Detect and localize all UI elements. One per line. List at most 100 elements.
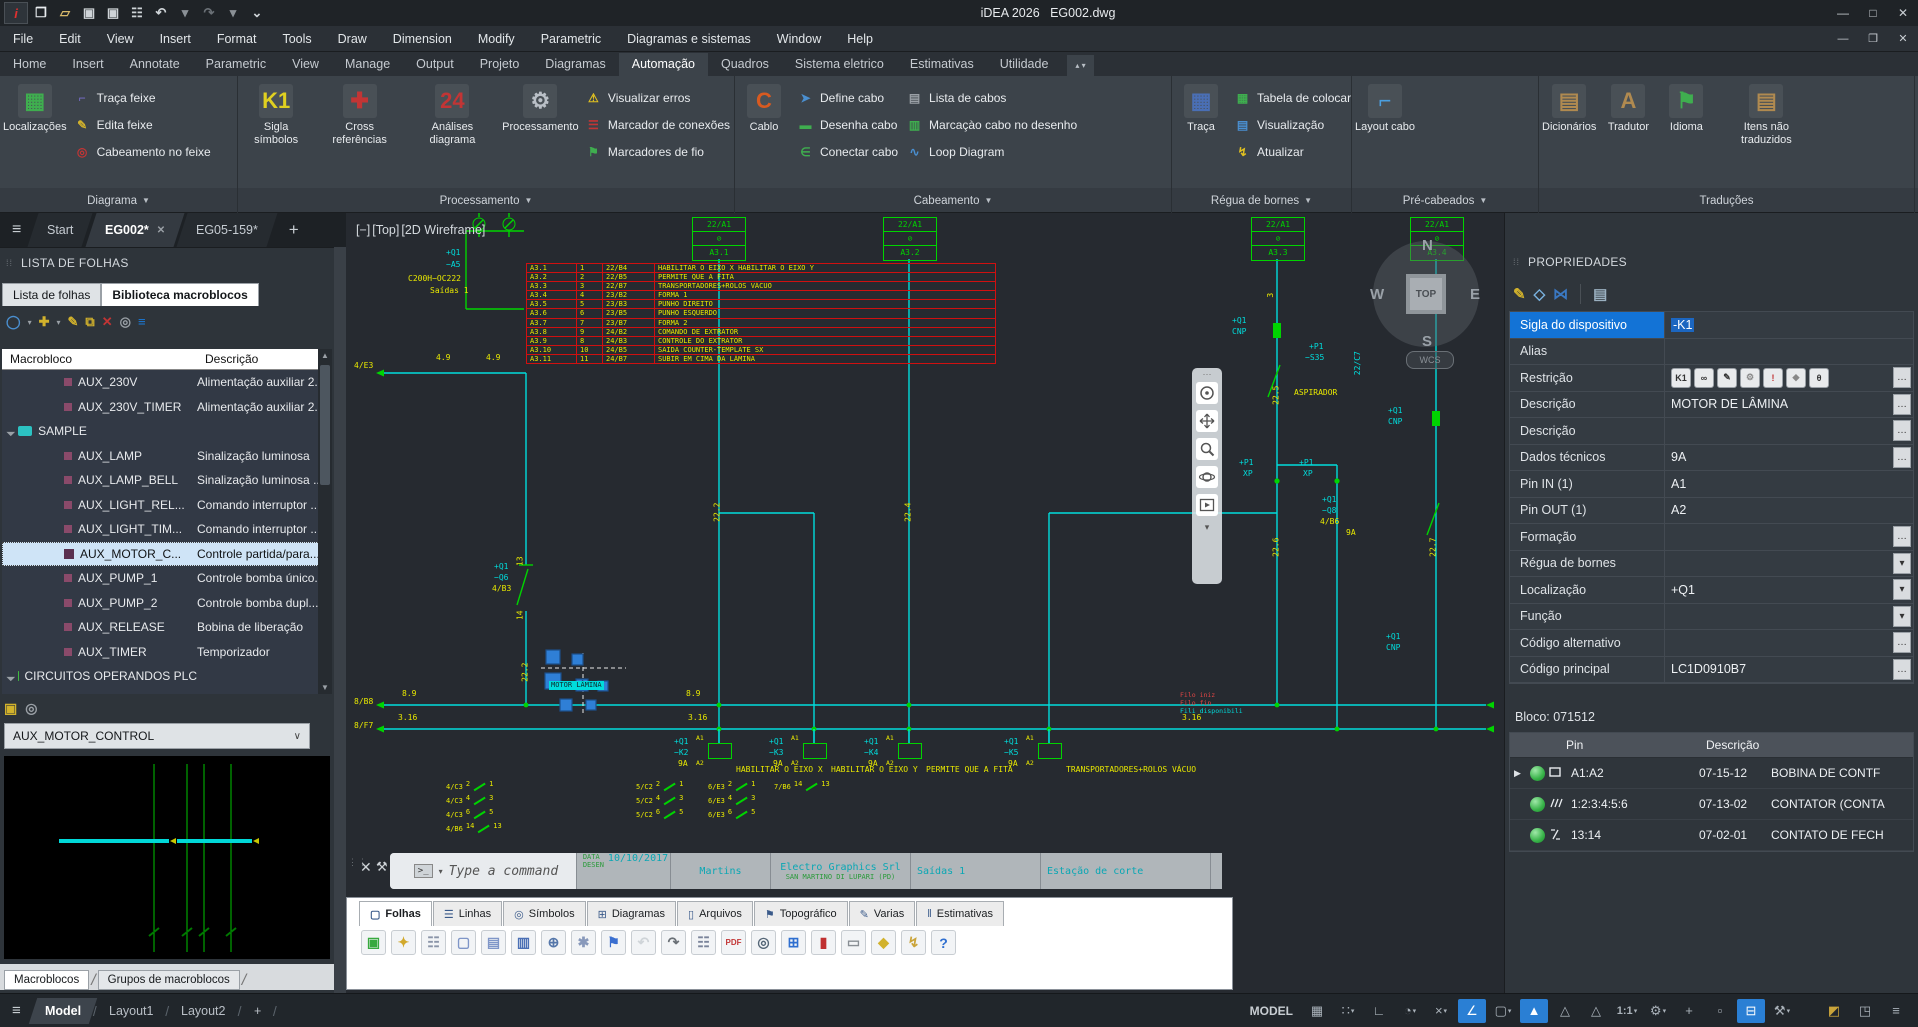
property-row-pin-in-1[interactable]: Pin IN (1)A1	[1510, 471, 1913, 498]
visualizar-erros-button[interactable]: ⚠Visualizar erros	[585, 84, 730, 111]
scroll-down-icon[interactable]: ▼	[318, 681, 332, 694]
list-item-aux-lamp[interactable]: AUX_LAMPSinalização luminosa	[2, 444, 332, 469]
list-item-aux-timer[interactable]: AUX_TIMERTemporizador	[2, 640, 332, 665]
tradutor-button[interactable]: ATradutor	[1602, 82, 1654, 134]
temperature-icon[interactable]: ▮	[811, 930, 836, 955]
cross-refer-ncias-button[interactable]: ✚Cross referências	[317, 82, 402, 147]
doc-restore-button[interactable]: ❐	[1858, 26, 1888, 51]
idioma-button[interactable]: ⚑Idioma	[1660, 82, 1712, 134]
tab-s-mbolos[interactable]: ◎Símbolos	[503, 901, 585, 926]
property-value[interactable]: MOTOR DE LÂMINA	[1665, 392, 1893, 418]
zoom-icon[interactable]	[1196, 438, 1218, 460]
layout-cabo-button[interactable]: ⌐Layout cabo	[1355, 82, 1415, 134]
panel-menu-icon[interactable]: ≡	[138, 313, 146, 331]
menu-item-draw[interactable]: Draw	[325, 26, 380, 52]
search-icon[interactable]: ◯	[6, 313, 21, 331]
qat-menu-icon[interactable]: ⌄	[246, 3, 268, 23]
property-row-c-digo-alternativo[interactable]: Código alternativo…	[1510, 630, 1913, 657]
command-input[interactable]: Type a command	[449, 864, 559, 879]
property-value[interactable]: A1	[1665, 471, 1913, 497]
ellipsis-button[interactable]: …	[1893, 394, 1911, 415]
close-button[interactable]: ✕	[1888, 0, 1918, 26]
save-icon[interactable]: ▣	[78, 3, 100, 23]
ribbon-tab-annotate[interactable]: Annotate	[117, 53, 193, 76]
ribbon-tab-output[interactable]: Output	[403, 53, 467, 76]
property-row-localiza-o[interactable]: Localização+Q1▾	[1510, 577, 1913, 604]
preview-selector[interactable]: AUX_MOTOR_CONTROL ∨	[4, 723, 310, 749]
tabela-de-colocar-button[interactable]: ▦Tabela de colocar	[1234, 84, 1351, 111]
property-row-alias[interactable]: Alias	[1510, 339, 1913, 366]
lista-de-cabos-button[interactable]: ▤Lista de cabos	[906, 84, 1077, 111]
ellipsis-button[interactable]: …	[1893, 420, 1911, 441]
copy-macro-icon[interactable]: ⧉	[85, 313, 94, 331]
property-row-forma-o[interactable]: Formação…	[1510, 524, 1913, 551]
annotation-scale[interactable]: 1:1▾	[1613, 999, 1641, 1023]
property-value[interactable]: K1∞✎⚙!◆θ	[1665, 365, 1893, 391]
view-cube[interactable]: N S W E TOP	[1373, 241, 1479, 347]
layout-tab-layout1[interactable]: Layout1	[93, 998, 170, 1024]
ribbon-tab-parametric[interactable]: Parametric	[193, 53, 279, 76]
cli-icon[interactable]: >_	[414, 864, 433, 878]
property-row-descri-o[interactable]: DescriçãoMOTOR DE LÂMINA…	[1510, 392, 1913, 419]
file-tab-eg05-159[interactable]: EG05-159*	[176, 213, 277, 247]
viewport-visualstyle-control[interactable]: [2D Wireframe]	[401, 223, 485, 237]
menu-item-help[interactable]: Help	[834, 26, 886, 52]
tab-lista-de-folhas[interactable]: Lista de folhas	[2, 283, 101, 306]
layout-tab-model[interactable]: Model	[29, 998, 98, 1024]
undo-icon[interactable]: ↶	[631, 930, 656, 955]
tab-biblioteca-macroblocos[interactable]: Biblioteca macroblocos	[101, 283, 258, 306]
cabeamento-no-feixe-button[interactable]: ◎Cabeamento no feixe	[74, 138, 211, 165]
save-as-icon[interactable]: ▣	[102, 3, 124, 23]
minimize-button[interactable]: —	[1828, 0, 1858, 26]
viewcube-west[interactable]: W	[1370, 286, 1384, 303]
ellipsis-button[interactable]: …	[1893, 367, 1911, 388]
annotation-autoscale-toggle[interactable]: △	[1551, 999, 1579, 1023]
connector-icon[interactable]: ∞	[1694, 368, 1714, 388]
status-overflow-menu[interactable]: ≡	[1882, 999, 1910, 1023]
doc-close-button[interactable]: ✕	[1888, 26, 1918, 51]
gear-icon[interactable]: ⚙	[1740, 368, 1760, 388]
commandline-close-icon[interactable]: ✕	[360, 859, 372, 876]
customization[interactable]: ⚒▾	[1768, 999, 1796, 1023]
panel-grip[interactable]: ⁞⁞	[6, 258, 13, 268]
pin-row-1-2-3-4-5-6[interactable]: 1:2:3:4:5:607-13-02CONTATOR (CONTA	[1510, 789, 1913, 820]
file-tab-eg002[interactable]: EG002*✕	[85, 213, 184, 247]
list-item-aux-light-rel[interactable]: AUX_LIGHT_REL...Comando interruptor ...	[2, 493, 332, 518]
column-header-pin[interactable]: Pin	[1566, 738, 1706, 752]
ribbon-tab-quadros[interactable]: Quadros	[708, 53, 782, 76]
orbit-icon[interactable]	[1196, 466, 1218, 488]
scroll-up-icon[interactable]: ▲	[318, 349, 332, 362]
new-sheet-icon[interactable]: ▣	[361, 930, 386, 955]
copy-page-icon[interactable]: ▤	[481, 930, 506, 955]
tab-folhas[interactable]: ▢Folhas	[359, 901, 432, 926]
property-value[interactable]	[1665, 418, 1893, 444]
redo-caret-icon[interactable]: ▾	[222, 3, 244, 23]
loop-diagram-button[interactable]: ∿Loop Diagram	[906, 138, 1077, 165]
undo-caret-icon[interactable]: ▾	[174, 3, 196, 23]
localiza-es-button[interactable]: ▦Localizações	[3, 82, 67, 134]
scroll-thumb[interactable]	[320, 365, 330, 485]
menu-item-file[interactable]: File	[0, 26, 46, 52]
block-preview-icon[interactable]: ◎	[25, 700, 37, 718]
property-row-dados-t-cnicos[interactable]: Dados técnicos9A…	[1510, 445, 1913, 472]
fill-icon[interactable]: ◆	[871, 930, 896, 955]
ellipsis-button[interactable]: …	[1893, 659, 1911, 680]
help-icon[interactable]: ?	[931, 930, 956, 955]
property-value[interactable]	[1665, 630, 1893, 656]
object-snap-toggle[interactable]: ∠	[1458, 999, 1486, 1023]
edit-tags-icon[interactable]: ✎	[1513, 285, 1526, 304]
command-line[interactable]: >_▾Type a command	[390, 853, 576, 889]
property-value[interactable]: +Q1	[1665, 577, 1893, 603]
menu-item-dimension[interactable]: Dimension	[380, 26, 465, 52]
new-file-icon[interactable]: ❒	[30, 3, 52, 23]
object-snap-3d-toggle[interactable]: ▢▾	[1489, 999, 1517, 1023]
column-header-descricao[interactable]: Descrição	[205, 352, 258, 366]
ellipsis-button[interactable]: …	[1893, 526, 1911, 547]
ribbon-panel-label-processamento[interactable]: Processamento▼	[238, 188, 735, 213]
property-row-pin-out-1[interactable]: Pin OUT (1)A2	[1510, 498, 1913, 525]
block-grid-icon[interactable]: ⊞	[781, 930, 806, 955]
list-item-aux-lamp-bell[interactable]: AUX_LAMP_BELLSinalização luminosa ...	[2, 468, 332, 493]
visualiza-o-button[interactable]: ▤Visualização	[1234, 111, 1351, 138]
tab-diagramas[interactable]: ⊞Diagramas	[587, 901, 676, 926]
define-cabo-button[interactable]: ➤Define cabo	[797, 84, 898, 111]
